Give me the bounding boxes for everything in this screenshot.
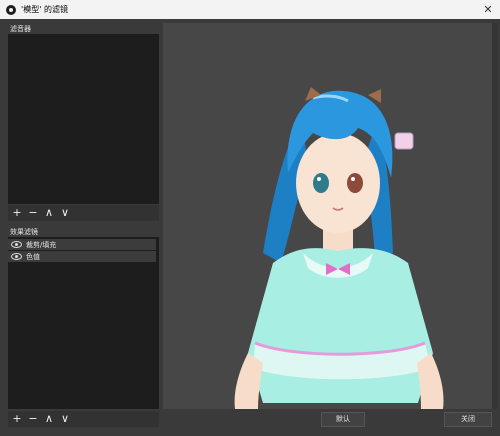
list-item[interactable]: 裁剪/填充 [8,239,156,250]
remove-audio-filter-button[interactable]: − [26,206,40,220]
add-effect-filter-button[interactable]: + [10,412,24,426]
add-audio-filter-button[interactable]: + [10,206,24,220]
move-down-effect-filter-button[interactable]: ∨ [58,412,72,426]
title-bar: '模型' 的滤镜 ✕ [0,0,500,19]
preview-scrollbar[interactable] [492,23,498,409]
audio-filters-toolbar: + − ∧ ∨ [8,205,159,221]
move-up-audio-filter-button[interactable]: ∧ [42,206,56,220]
filter-label: 裁剪/填充 [26,240,57,249]
left-panel: 滤音器 + − ∧ ∨ 效果滤镜 裁剪/填充 色值 + − ∧ ∨ [8,19,159,436]
anime-girl-model-icon [234,87,444,409]
close-icon[interactable]: ✕ [476,3,500,16]
audio-filters-list[interactable] [8,34,159,204]
filters-dialog: 滤音器 + − ∧ ∨ 效果滤镜 裁剪/填充 色值 + − ∧ ∨ 默认 关闭 [0,19,500,436]
eye-icon[interactable] [11,241,22,248]
filter-label: 色值 [26,252,40,261]
list-item[interactable]: 色值 [8,251,156,262]
app-icon [6,4,16,15]
defaults-button[interactable]: 默认 [321,412,365,427]
preview-area [163,23,492,409]
remove-effect-filter-button[interactable]: − [26,412,40,426]
close-button[interactable]: 关闭 [444,412,492,427]
effect-filters-label: 效果滤镜 [10,228,38,236]
effect-filters-toolbar: + − ∧ ∨ [8,411,159,427]
audio-filters-label: 滤音器 [10,25,31,33]
window-title: '模型' 的滤镜 [21,5,68,14]
eye-icon[interactable] [11,253,22,260]
move-down-audio-filter-button[interactable]: ∨ [58,206,72,220]
effect-filters-list[interactable]: 裁剪/填充 色值 [8,237,159,409]
move-up-effect-filter-button[interactable]: ∧ [42,412,56,426]
